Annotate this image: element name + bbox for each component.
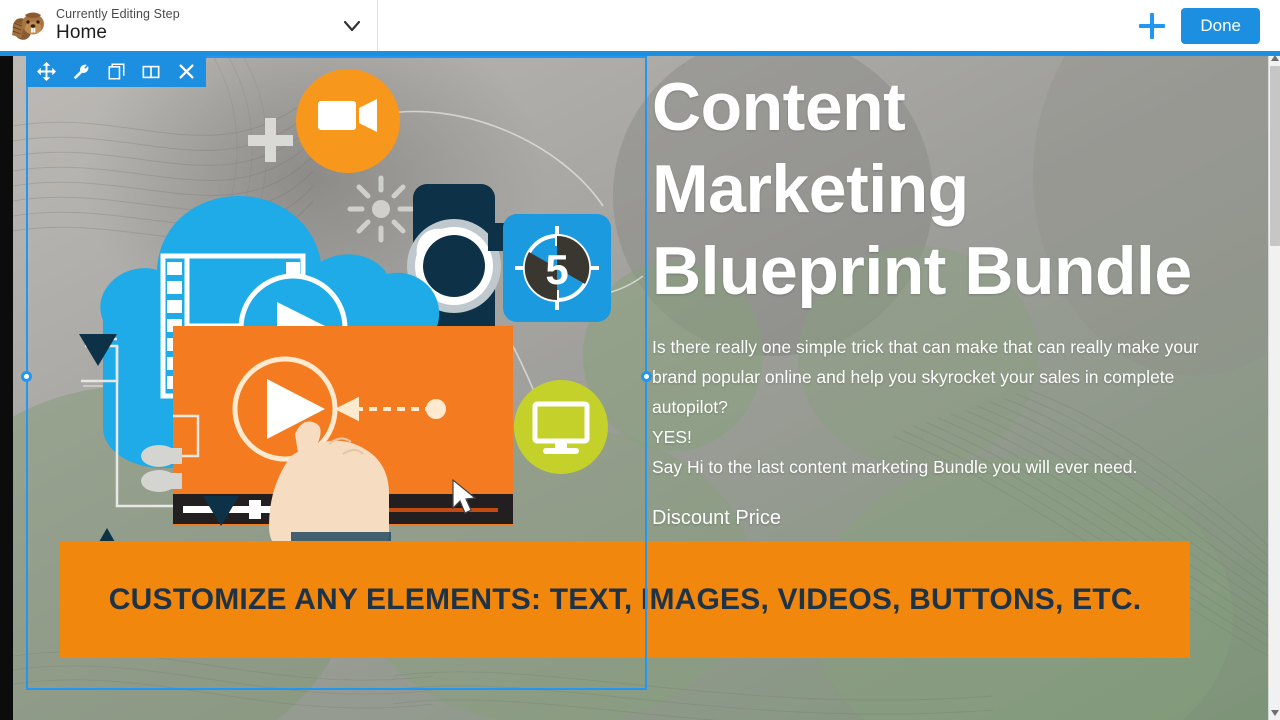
plus-icon[interactable] (1137, 11, 1167, 41)
scroll-down-arrow-icon[interactable] (1269, 706, 1280, 720)
app-root: Currently Editing Step Home Done 5 Conte… (0, 0, 1280, 720)
sunburst-icon (347, 175, 415, 243)
page-body: Is there really one simple trick that ca… (652, 332, 1232, 482)
body-line-2: YES! (652, 427, 692, 447)
move-arrows-icon[interactable] (36, 62, 56, 82)
step-text-block: Currently Editing Step Home (56, 6, 180, 44)
topbar-actions: Done (1137, 7, 1280, 44)
columns-icon[interactable] (141, 62, 161, 82)
countdown-5-target-icon: 5 (488, 214, 611, 322)
editor-topbar: Currently Editing Step Home Done (0, 0, 1280, 51)
beaver-logo-icon (8, 5, 50, 47)
scrollbar-thumb[interactable] (1270, 66, 1280, 246)
svg-text:5: 5 (545, 246, 568, 293)
page-headline: Content Marketing Blueprint Bundle (652, 69, 1192, 309)
wrench-icon[interactable] (71, 62, 91, 82)
desktop-monitor-circle-icon (514, 380, 608, 474)
step-name: Home (56, 22, 108, 44)
chevron-down-icon[interactable] (341, 15, 363, 37)
step-selector[interactable]: Currently Editing Step Home (0, 0, 378, 51)
done-button[interactable]: Done (1181, 7, 1260, 44)
topbar-underline (0, 51, 1280, 56)
discount-label: Discount Price (652, 507, 781, 529)
callout-banner: CUSTOMIZE ANY ELEMENTS: TEXT, IMAGES, VI… (60, 541, 1190, 658)
plus-decoration-icon (248, 118, 293, 162)
video-camera-circle-icon (296, 69, 400, 173)
left-gutter (0, 51, 13, 720)
body-line-1: Is there really one simple trick that ca… (652, 337, 1199, 417)
body-line-3: Say Hi to the last content marketing Bun… (652, 457, 1138, 477)
callout-text: CUSTOMIZE ANY ELEMENTS: TEXT, IMAGES, VI… (108, 582, 1142, 616)
duplicate-icon[interactable] (106, 62, 126, 82)
hero-illustration: 5 (79, 69, 644, 556)
hero-copy: Content Marketing Blueprint Bundle Is th… (652, 66, 1252, 601)
step-label: Currently Editing Step (56, 6, 180, 21)
close-x-icon[interactable] (176, 62, 196, 82)
vertical-scrollbar[interactable] (1268, 51, 1280, 720)
element-toolbar (26, 56, 206, 87)
